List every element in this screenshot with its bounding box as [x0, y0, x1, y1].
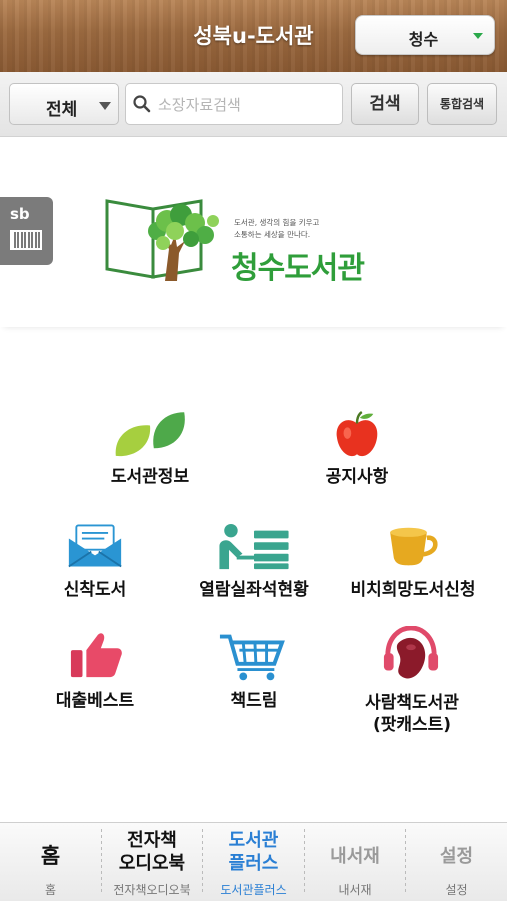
tab-settings-sublabel: 설정 [445, 883, 468, 897]
menu-book-dream-label: 책드림 [230, 691, 278, 711]
menu-wish-books[interactable]: 비치희망도서신청 [338, 523, 488, 605]
menu-book-dream[interactable]: 책드림 [194, 630, 314, 712]
chevron-down-icon [473, 33, 483, 39]
tab-library-plus-sublabel: 도서관플러스 [220, 883, 287, 897]
search-box [125, 83, 343, 125]
tab-ebook-line-2: 오디오북 [118, 853, 186, 874]
envelope-icon [68, 524, 122, 568]
reading-room-icon [219, 523, 289, 570]
leaves-icon [115, 412, 185, 457]
menu-new-books[interactable]: 신착도서 [40, 523, 150, 605]
menu-human-library-label: 사람책도서관 (팟캐스트) [342, 692, 482, 736]
menu-library-info[interactable]: 도서관정보 [90, 410, 210, 492]
tab-library-plus[interactable]: 도서관 플러스 도서관플러스 [203, 823, 304, 901]
tab-ebook-audiobook[interactable]: 전자책 오디오북 전자책오디오북 [102, 823, 202, 901]
slogan-line-1: 도서관, 생각의 힘을 키우고 [234, 218, 320, 227]
tab-ebook-audiobook-sublabel: 전자책오디오북 [113, 883, 191, 897]
branch-select[interactable]: 청수 [355, 15, 495, 55]
search-scope-select[interactable]: 전체 [9, 83, 119, 125]
cup-icon [390, 527, 438, 566]
tab-ebook-line-1: 전자책 [127, 830, 177, 851]
menu-library-info-label: 도서관정보 [110, 467, 190, 487]
search-button[interactable]: 검색 [351, 83, 419, 125]
tab-library-plus-line-1: 도서관 [228, 830, 279, 851]
tab-home-sublabel: 홈 [44, 883, 57, 897]
chevron-down-icon [99, 102, 111, 110]
branch-select-value: 청수 [408, 30, 439, 49]
library-card-badge[interactable]: sb [0, 197, 53, 265]
headphone-bean-icon [383, 626, 439, 679]
search-bar: 전체 검색 통합검색 [0, 72, 507, 137]
badge-text: sb [10, 205, 30, 223]
search-input[interactable] [156, 88, 342, 122]
barcode-icon [10, 230, 42, 250]
tab-my-library[interactable]: 내서재 내서재 [305, 823, 405, 901]
menu-human-library-line-2: (팟캐스트) [372, 715, 452, 735]
menu-notices[interactable]: 공지사항 [297, 410, 417, 492]
slogan-line-2: 소통하는 세상을 만나다. [234, 230, 311, 239]
search-scope-value: 전체 [46, 100, 78, 120]
menu-human-library[interactable]: 사람책도서관 (팟캐스트) [342, 626, 482, 746]
menu-new-books-label: 신착도서 [63, 580, 127, 600]
tab-ebook-audiobook-label: 전자책 오디오북 [102, 829, 202, 875]
apple-icon [336, 410, 378, 457]
tab-library-plus-line-2: 플러스 [228, 853, 279, 874]
thumbs-up-icon [70, 633, 122, 678]
bottom-tab-bar: 홈 홈 전자책 오디오북 전자책오디오북 도서관 플러스 도서관플러스 내서재 … [0, 822, 507, 901]
unified-search-button[interactable]: 통합검색 [427, 83, 497, 125]
menu-reading-room-label: 열람실좌석현황 [199, 580, 309, 600]
menu-human-library-line-1: 사람책도서관 [365, 693, 459, 713]
library-name: 청수도서관 [231, 251, 365, 286]
app-header: 성북u-도서관 청수 [0, 0, 507, 73]
menu-notices-label: 공지사항 [325, 467, 389, 487]
menu-best-loans[interactable]: 대출베스트 [34, 630, 156, 712]
tab-settings[interactable]: 설정 설정 [406, 823, 507, 901]
tab-home[interactable]: 홈 홈 [0, 823, 101, 901]
tab-home-label: 홈 [40, 844, 61, 868]
tab-my-library-label: 내서재 [330, 846, 380, 867]
tab-settings-label: 설정 [439, 846, 474, 867]
menu-wish-books-label: 비치희망도서신청 [350, 580, 476, 600]
tab-library-plus-label: 도서관 플러스 [203, 829, 304, 875]
shopping-cart-icon [219, 634, 285, 681]
search-icon [133, 95, 151, 113]
library-logo-icon [105, 199, 219, 281]
library-slogan: 도서관, 생각의 힘을 키우고 소통하는 세상을 만나다. [234, 217, 374, 241]
menu-reading-room[interactable]: 열람실좌석현황 [183, 523, 325, 605]
menu-best-loans-label: 대출베스트 [55, 691, 135, 711]
tab-my-library-sublabel: 내서재 [338, 883, 372, 897]
